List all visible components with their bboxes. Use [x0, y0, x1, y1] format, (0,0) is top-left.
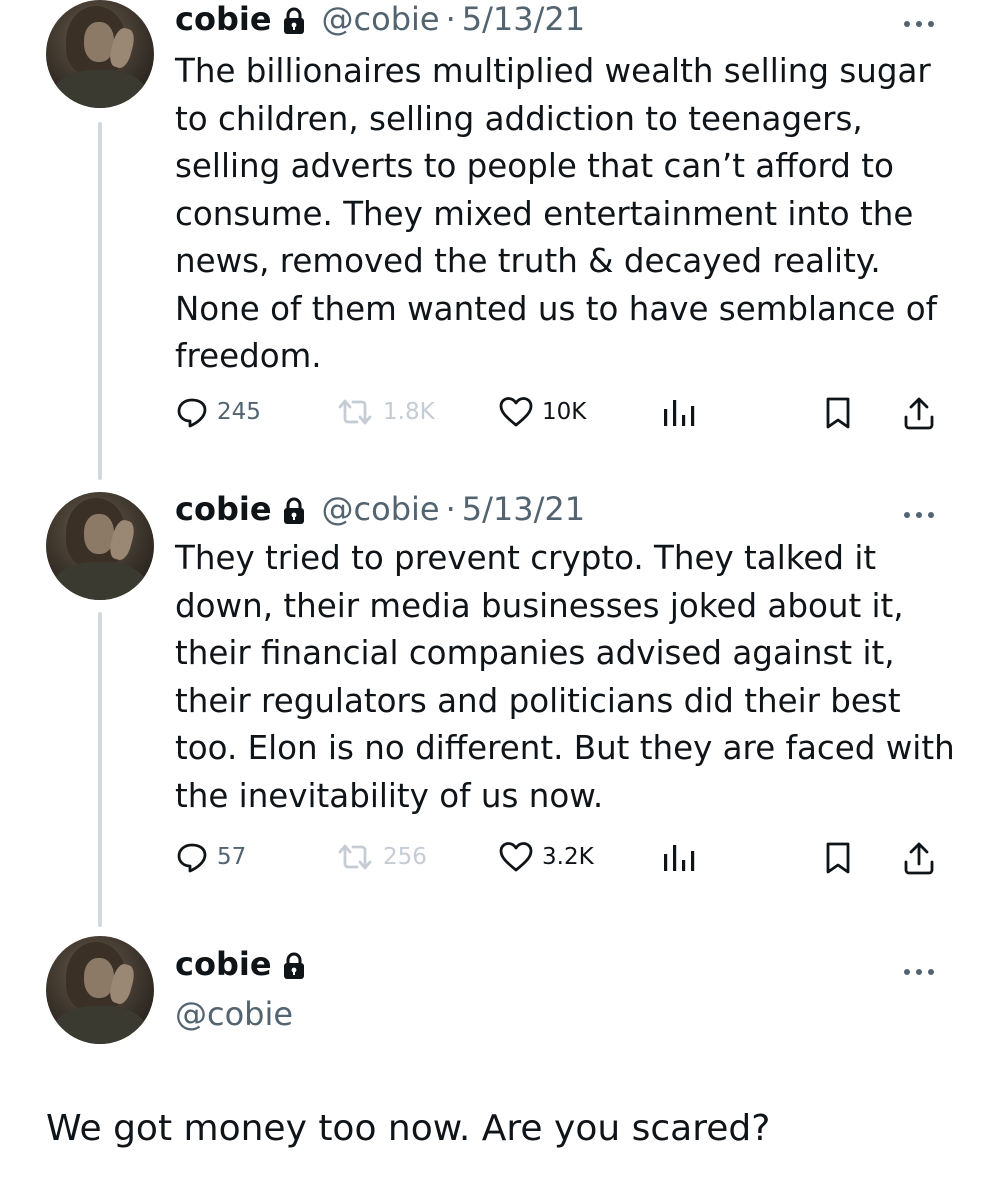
lock-icon — [282, 5, 306, 34]
bookmark-button[interactable] — [823, 395, 853, 431]
tweet-header: cobie @cobie · 5/13/21 — [175, 0, 585, 38]
share-button[interactable] — [902, 840, 936, 876]
thread-line — [98, 612, 102, 927]
timestamp[interactable]: 5/13/21 — [462, 0, 585, 38]
reply-button[interactable]: 245 — [175, 395, 261, 429]
like-count: 10K — [542, 399, 587, 425]
avatar[interactable] — [46, 0, 154, 108]
timestamp[interactable]: 5/13/21 — [462, 490, 585, 528]
heart-icon — [499, 842, 533, 872]
bookmark-icon — [826, 842, 850, 874]
avatar[interactable] — [46, 936, 154, 1044]
like-button[interactable]: 3.2K — [498, 840, 594, 874]
reply-icon — [177, 398, 207, 428]
share-button[interactable] — [902, 395, 936, 431]
tweet-actions: 57 256 3.2K — [175, 840, 945, 880]
views-button[interactable] — [660, 395, 696, 429]
handle[interactable]: @cobie — [322, 0, 440, 38]
main-post-text: We got money too now. Are you scared? — [46, 1108, 771, 1149]
more-icon[interactable] — [902, 505, 936, 518]
retweet-icon — [338, 399, 372, 425]
display-name-text[interactable]: cobie — [175, 945, 272, 983]
display-name[interactable]: cobie — [175, 945, 306, 983]
retweet-button[interactable]: 256 — [335, 840, 427, 874]
reply-count: 57 — [217, 844, 247, 870]
tweet-actions: 245 1.8K 10K — [175, 395, 945, 435]
reply-count: 245 — [217, 399, 261, 425]
retweet-button[interactable]: 1.8K — [335, 395, 435, 429]
more-icon[interactable] — [902, 962, 936, 975]
thread-line — [98, 122, 102, 480]
tweet-text: The billionaires multiplied wealth selli… — [175, 52, 938, 375]
lock-icon — [282, 495, 306, 524]
handle[interactable]: @cobie — [175, 995, 293, 1033]
reply-icon — [177, 843, 207, 873]
separator: · — [445, 0, 456, 38]
bookmark-button[interactable] — [823, 840, 853, 876]
bookmark-icon — [826, 397, 850, 429]
retweet-count: 1.8K — [383, 399, 435, 425]
views-icon — [664, 845, 695, 871]
tweet-header: cobie @cobie · 5/13/21 — [175, 490, 585, 528]
display-name[interactable]: cobie — [175, 490, 272, 528]
like-button[interactable]: 10K — [498, 395, 586, 429]
display-name[interactable]: cobie — [175, 0, 272, 38]
like-count: 3.2K — [542, 844, 594, 870]
share-icon — [904, 397, 934, 430]
share-icon — [904, 842, 934, 875]
views-button[interactable] — [660, 840, 696, 874]
tweet-text: They tried to prevent crypto. They talke… — [175, 539, 955, 815]
avatar[interactable] — [46, 492, 154, 600]
retweet-icon — [338, 844, 372, 870]
handle[interactable]: @cobie — [322, 490, 440, 528]
separator: · — [445, 490, 456, 528]
reply-button[interactable]: 57 — [175, 840, 246, 874]
heart-icon — [499, 397, 533, 427]
retweet-count: 256 — [383, 844, 427, 870]
lock-icon — [282, 950, 306, 979]
more-icon[interactable] — [902, 14, 936, 27]
views-icon — [664, 400, 695, 426]
